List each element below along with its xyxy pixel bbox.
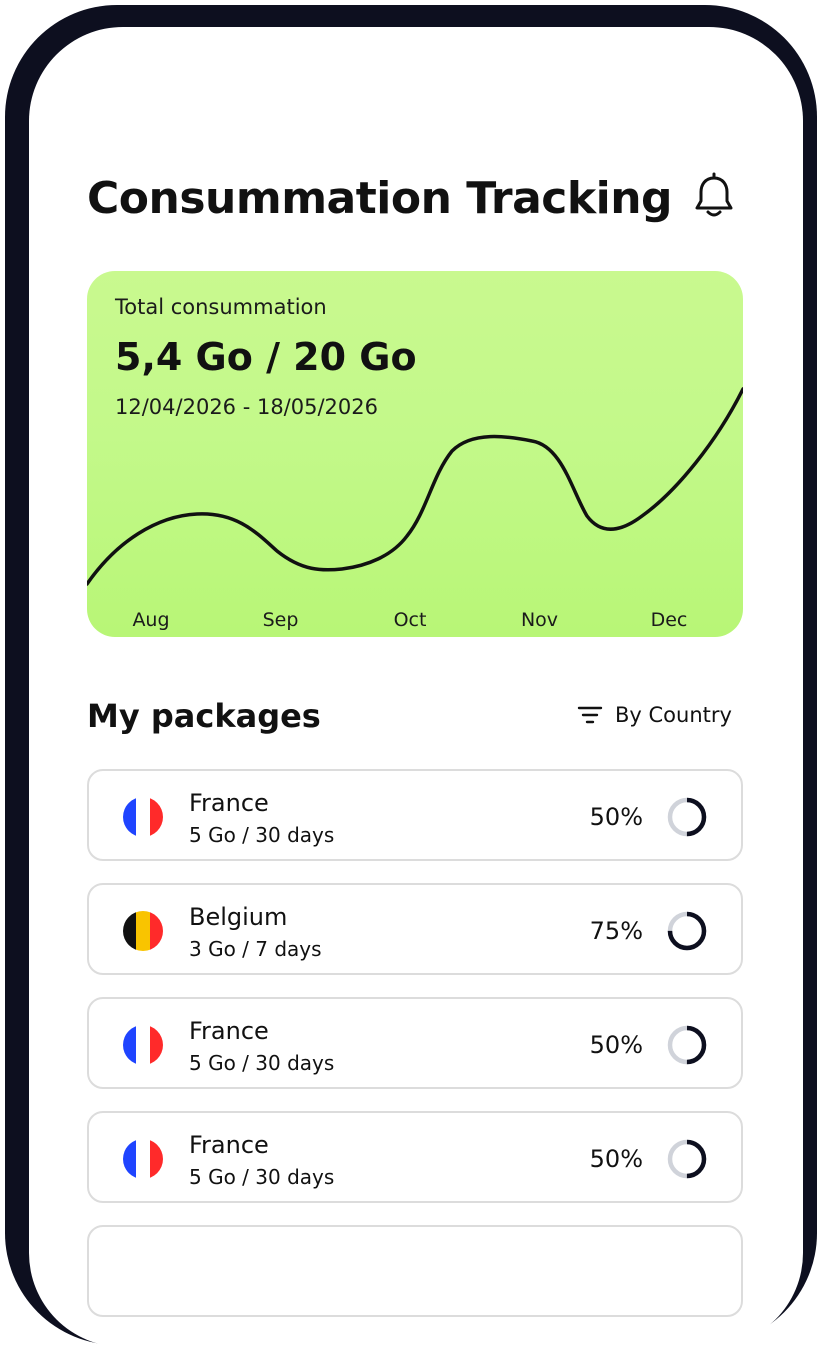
flag-stripe: [136, 797, 150, 837]
package-percent: 50%: [589, 1145, 643, 1173]
phone-frame: Consummation Tracking Aug Sep Oct Nov Dec To…: [5, 5, 817, 1347]
flag-stripe: [149, 1025, 163, 1065]
x-tick-label: Aug: [132, 609, 169, 631]
package-card[interactable]: France 5 Go / 30 days 50%: [87, 1111, 743, 1203]
filter-by-country-button[interactable]: By Country: [577, 703, 732, 727]
consumption-chart: Aug Sep Oct Nov Dec: [87, 387, 743, 631]
package-card[interactable]: France 5 Go / 30 days 50%: [87, 997, 743, 1089]
summary-value: 5,4 Go / 20 Go: [115, 335, 417, 379]
x-tick-label: Dec: [651, 609, 688, 631]
country-flag-icon: [123, 797, 163, 837]
summary-date-range: 12/04/2026 - 18/05/2026: [115, 395, 379, 419]
phone-screen: Consummation Tracking Aug Sep Oct Nov Dec To…: [29, 27, 803, 1347]
flag-stripe: [123, 1139, 137, 1179]
x-tick-label: Sep: [263, 609, 299, 631]
flag-stripe: [136, 1139, 150, 1179]
country-flag-icon: [123, 1139, 163, 1179]
country-flag-icon: [123, 911, 163, 951]
filter-label: By Country: [615, 703, 732, 727]
package-card[interactable]: [87, 1225, 743, 1317]
flag-stripe: [136, 1025, 150, 1065]
package-card[interactable]: France 5 Go / 30 days 50%: [87, 769, 743, 861]
flag-stripe: [123, 911, 137, 951]
usage-ring: [667, 911, 707, 951]
package-detail: 3 Go / 7 days: [189, 937, 322, 961]
x-tick-label: Nov: [521, 609, 558, 631]
package-country: France: [189, 1131, 269, 1159]
x-tick-label: Oct: [394, 609, 427, 631]
summary-label: Total consummation: [115, 295, 327, 319]
package-percent: 50%: [589, 803, 643, 831]
x-axis-labels: Aug Sep Oct Nov Dec: [132, 609, 687, 631]
flag-stripe: [149, 797, 163, 837]
flag-stripe: [149, 1139, 163, 1179]
flag-stripe: [123, 797, 137, 837]
flag-stripe: [136, 911, 150, 951]
country-flag-icon: [123, 1025, 163, 1065]
usage-ring: [667, 1025, 707, 1065]
filter-lines-icon: [577, 706, 603, 724]
package-country: France: [189, 1017, 269, 1045]
package-list: France 5 Go / 30 days 50% Belgium 3 Go / 7 d…: [87, 769, 743, 1339]
bell-icon: [695, 172, 733, 217]
package-percent: 50%: [589, 1031, 643, 1059]
consumption-summary-card: Aug Sep Oct Nov Dec Total consummation 5,4 G…: [87, 271, 743, 637]
package-country: France: [189, 789, 269, 817]
flag-stripe: [149, 911, 163, 951]
packages-title: My packages: [87, 697, 321, 735]
page-title: Consummation Tracking: [87, 173, 673, 224]
usage-ring: [667, 1139, 707, 1179]
flag-stripe: [123, 1025, 137, 1065]
notifications-button[interactable]: [689, 171, 739, 221]
usage-ring: [667, 797, 707, 837]
package-card[interactable]: Belgium 3 Go / 7 days 75%: [87, 883, 743, 975]
package-country: Belgium: [189, 903, 288, 931]
package-percent: 75%: [589, 917, 643, 945]
package-detail: 5 Go / 30 days: [189, 823, 335, 847]
package-detail: 5 Go / 30 days: [189, 1165, 335, 1189]
package-detail: 5 Go / 30 days: [189, 1051, 335, 1075]
